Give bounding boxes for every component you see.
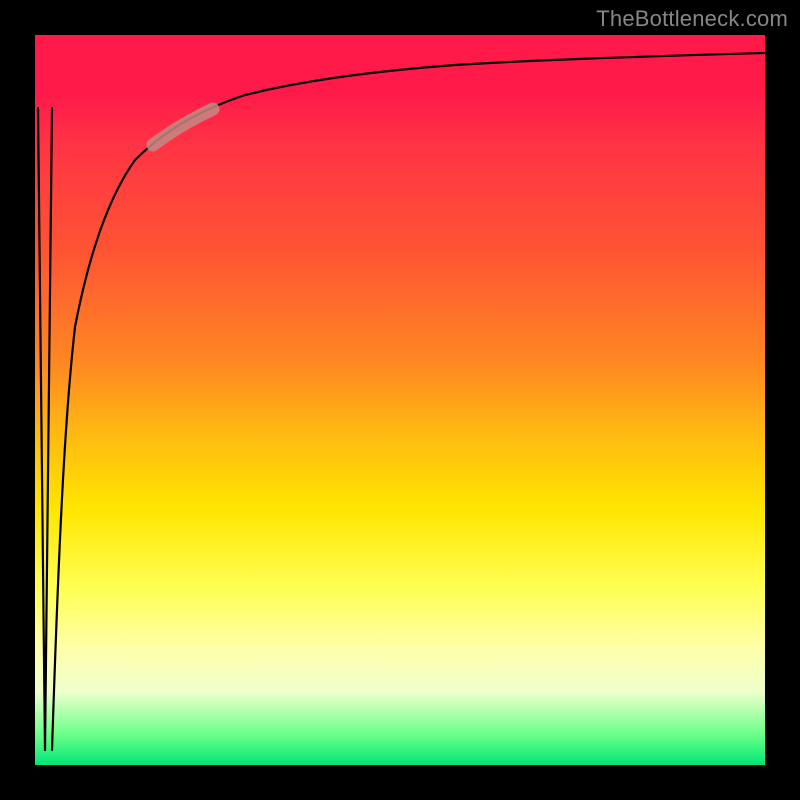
- watermark-text: TheBottleneck.com: [596, 6, 788, 32]
- plot-area-gradient: [35, 35, 765, 765]
- chart-container: TheBottleneck.com: [0, 0, 800, 800]
